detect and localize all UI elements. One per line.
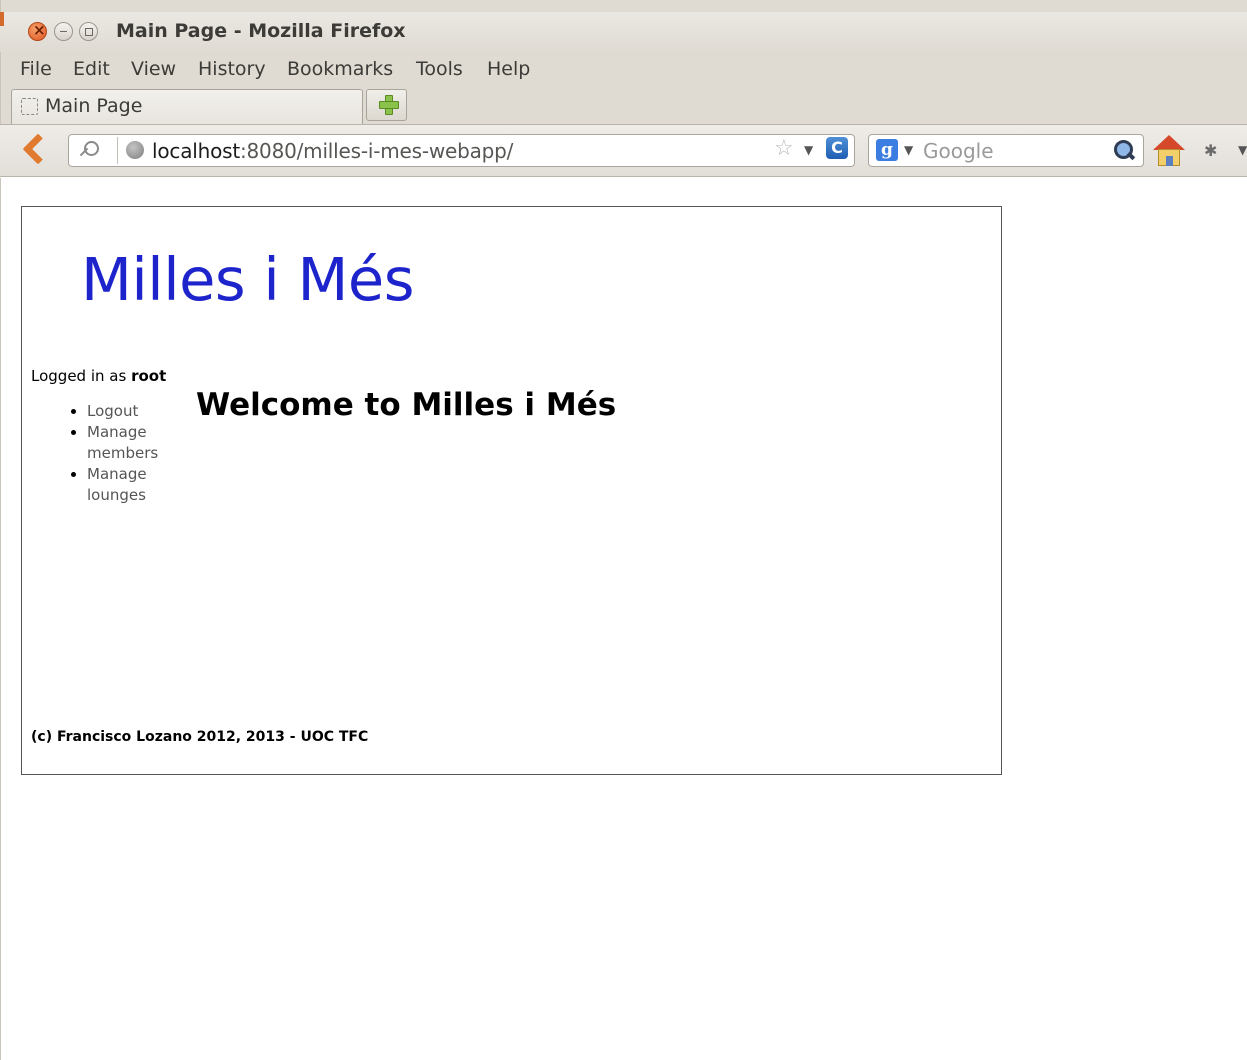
url-host: localhost [152,139,240,163]
minimize-window-button[interactable] [54,22,73,41]
home-icon[interactable] [1151,135,1185,167]
addon-dropdown-icon[interactable]: ▼ [1238,143,1247,157]
default-page-icon [21,98,38,115]
globe-icon [126,141,144,159]
menu-edit[interactable]: Edit [73,58,110,80]
page-container: Milles i Més Logged in as root Logout Ma… [21,206,1002,775]
menu-help[interactable]: Help [487,58,530,80]
page-footer: (c) Francisco Lozano 2012, 2013 - UOC TF… [31,729,369,745]
close-window-button[interactable] [28,21,47,41]
home-door [1166,156,1173,166]
side-menu-item-logout: Logout [67,401,177,422]
manage-lounges-link[interactable]: Manage lounges [87,465,147,504]
url-text[interactable]: localhost:8080/milles-i-mes-webapp/ [152,139,513,163]
tab-label: Main Page [45,95,143,117]
side-menu-item-members: Manage members [67,422,177,464]
logout-link[interactable]: Logout [87,402,138,420]
key-icon [78,141,100,159]
window-corner-accent [0,12,4,26]
maximize-window-button[interactable] [79,22,98,41]
menu-view[interactable]: View [131,58,176,80]
url-history-dropdown-icon[interactable]: ▼ [804,143,813,157]
welcome-heading: Welcome to Milles i Més [196,387,617,423]
menu-bar [0,54,1247,88]
side-menu: Logout Manage members Manage lounges [67,401,177,506]
logged-in-status: Logged in as root [31,367,166,385]
menu-tools[interactable]: Tools [416,58,463,80]
plus-icon [378,94,399,115]
search-engine-dropdown-icon[interactable]: ▼ [904,143,913,157]
google-engine-icon[interactable]: g [876,139,898,161]
logged-in-prefix: Logged in as [31,367,132,385]
tab-main-page[interactable]: Main Page [11,89,363,124]
addon-bug-icon[interactable]: ✱ [1204,141,1217,160]
back-button[interactable] [16,133,46,167]
side-menu-item-lounges: Manage lounges [67,464,177,506]
window-title: Main Page - Mozilla Firefox [116,20,406,42]
reload-icon[interactable]: C [826,137,848,159]
bookmark-star-icon[interactable]: ☆ [774,136,794,161]
search-icon[interactable] [1113,139,1135,161]
site-title: Milles i Més [81,245,414,314]
manage-members-link[interactable]: Manage members [87,423,158,462]
menu-bookmarks[interactable]: Bookmarks [287,58,393,80]
search-input[interactable]: Google [923,139,994,163]
url-path: :8080/milles-i-mes-webapp/ [239,139,514,163]
menu-file[interactable]: File [20,58,52,80]
new-tab-button[interactable] [366,89,407,121]
home-roof [1153,135,1185,150]
menu-history[interactable]: History [198,58,266,80]
logged-in-user: root [131,367,167,385]
